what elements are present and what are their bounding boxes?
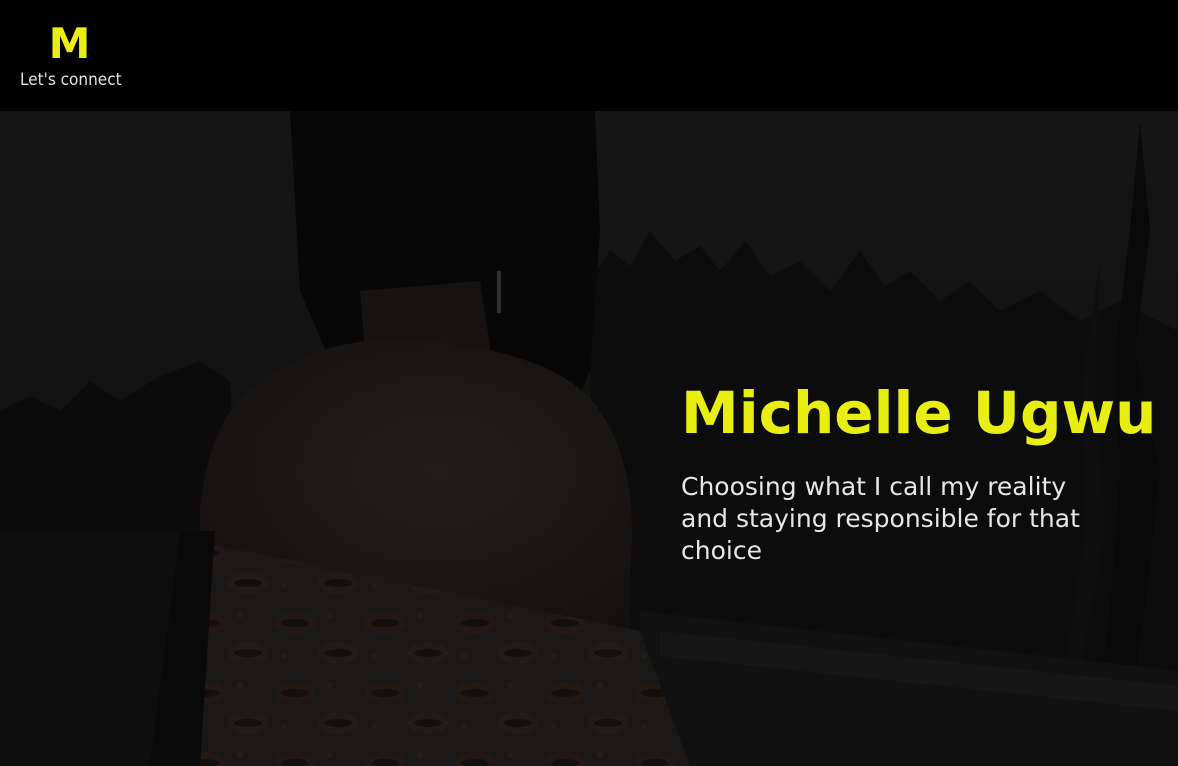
brand-logo: M (48, 19, 92, 68)
page: M Let's connect Michelle Ugwu Choosing w… (0, 0, 1178, 766)
hero-subtitle: Choosing what I call my reality and stay… (681, 472, 1080, 565)
brand-link[interactable]: M Let's connect (20, 19, 122, 91)
top-bar: M Let's connect (0, 0, 1178, 111)
hero-text-block: Michelle Ugwu Choosing what I call my re… (681, 379, 1157, 567)
brand-tagline: Let's connect (20, 70, 122, 90)
hero-section: Michelle Ugwu Choosing what I call my re… (0, 111, 1178, 766)
hero-title: Michelle Ugwu (681, 379, 1157, 447)
